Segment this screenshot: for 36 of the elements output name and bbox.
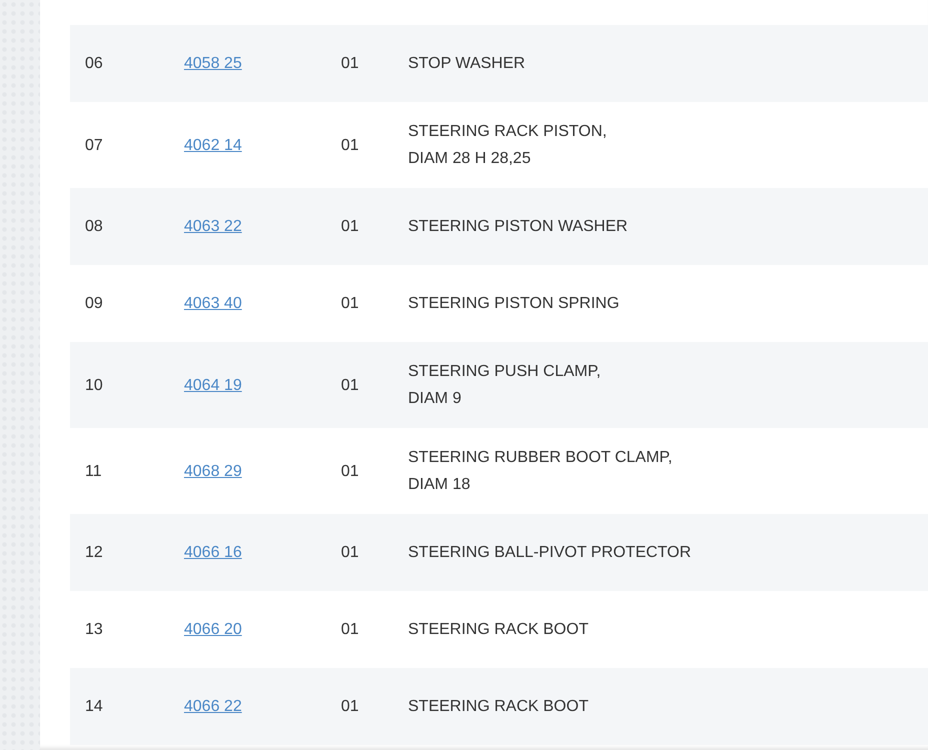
part-number-link[interactable]: 4064 19 [184, 372, 242, 398]
quantity-cell-text: 01 [341, 620, 360, 640]
quantity-cell-text: 01 [341, 697, 360, 717]
quantity-cell-text: 01 [341, 462, 360, 482]
position-cell-text: 11 [85, 462, 103, 482]
quantity-cell-text: 01 [341, 54, 360, 74]
position-cell-text: 07 [85, 136, 104, 156]
description-cell-text: STEERING PISTON WASHER [408, 217, 629, 237]
part-number-link[interactable]: 4063 40 [184, 290, 242, 317]
quantity-cell-text: 01 [341, 136, 360, 156]
description-cell-text: STEERING BALL-PIVOT PROTECTOR [408, 543, 692, 563]
quantity-cell-text: 01 [341, 217, 360, 237]
quantity-cell-text: 01 [341, 294, 360, 314]
description-cell-text: STEERING PISTON SPRING [408, 294, 620, 314]
position-cell-text: 12 [85, 543, 104, 563]
description-cell-text: STEERING RACK BOOT [408, 620, 590, 640]
part-number-link[interactable]: 4066 16 [184, 539, 242, 566]
part-number-link[interactable]: 4068 29 [184, 458, 242, 484]
part-number-link[interactable]: 4063 22 [184, 213, 242, 240]
position-cell-text: 09 [85, 294, 104, 314]
part-number-link[interactable]: 4066 20 [184, 616, 242, 643]
description-cell-text: STEERING RACK PISTON, DIAM 28 H 28,25 [408, 122, 608, 169]
position-cell-text: 10 [85, 376, 104, 396]
description-cell-text: STEERING RUBBER BOOT CLAMP, DIAM 18 [408, 448, 674, 495]
position-cell-text: 06 [85, 54, 104, 74]
description-cell-text: STEERING RACK BOOT [408, 697, 590, 717]
description-cell-text: STOP WASHER [408, 54, 526, 74]
position-cell-text: 08 [85, 217, 104, 237]
part-number-link[interactable]: 4062 14 [184, 132, 242, 158]
position-cell-text: 14 [85, 697, 104, 717]
part-number-link[interactable]: 4066 22 [184, 693, 242, 720]
quantity-cell-text: 01 [341, 376, 360, 396]
part-number-link[interactable]: 4058 25 [184, 50, 242, 77]
position-cell-text: 13 [85, 620, 104, 640]
quantity-cell-text: 01 [341, 543, 360, 563]
description-cell-text: STEERING PUSH CLAMP, DIAM 9 [408, 362, 602, 409]
